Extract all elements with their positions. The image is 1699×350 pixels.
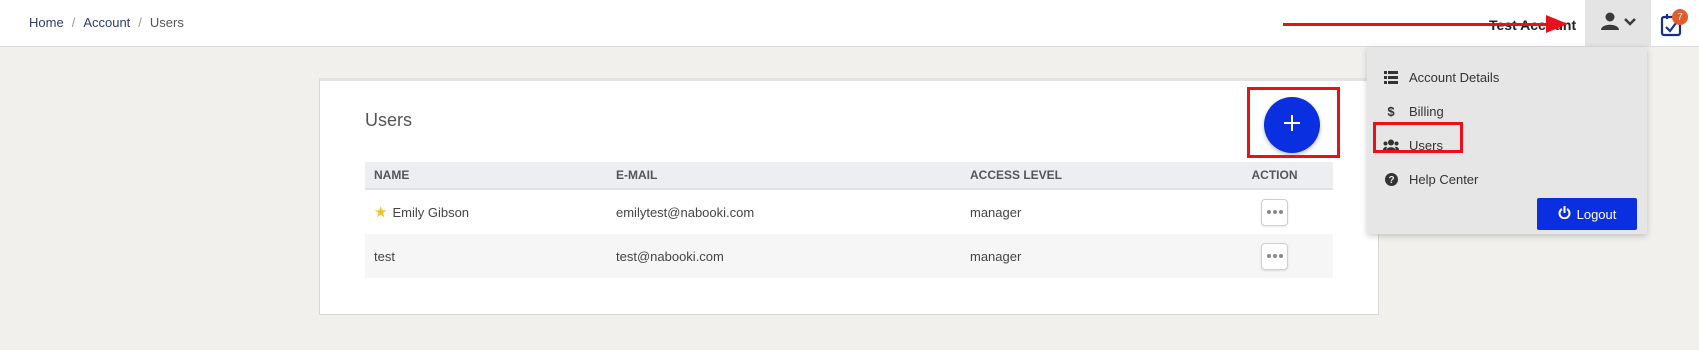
annotation-highlight-add-button (1247, 87, 1340, 158)
svg-text:?: ? (1388, 175, 1394, 186)
star-icon: ★ (374, 203, 388, 221)
table-row: test test@nabooki.com manager (365, 234, 1333, 278)
chevron-down-icon (1624, 14, 1636, 32)
column-header-access-level: ACCESS LEVEL (970, 168, 1063, 182)
users-table: NAME E-MAIL ACCESS LEVEL ACTION ★ Emily … (365, 162, 1333, 278)
user-name: Emily Gibson (392, 204, 470, 220)
cell-name: ★ Emily Gibson (365, 205, 616, 220)
cell-action (1216, 242, 1333, 270)
row-actions-button[interactable] (1261, 242, 1288, 270)
logout-button[interactable]: Logout (1537, 198, 1637, 230)
menu-item-label: Help Center (1409, 171, 1479, 187)
cell-access-level: manager (970, 204, 1022, 220)
list-icon (1383, 69, 1399, 85)
breadcrumb: Home / Account / Users (29, 15, 184, 30)
more-dots-icon (1266, 254, 1283, 258)
cell-email: test@nabooki.com (616, 248, 724, 264)
column-header-name: NAME (374, 168, 410, 182)
column-header-email: E-MAIL (616, 168, 658, 182)
users-card: Users NAME E-MAIL ACCESS LEVEL ACTION ★ … (319, 78, 1379, 315)
user-icon (1600, 11, 1620, 36)
cell-name: test (365, 249, 616, 264)
menu-item-label: Billing (1409, 103, 1444, 119)
column-header-action: ACTION (1251, 168, 1298, 182)
table-header: NAME E-MAIL ACCESS LEVEL ACTION (365, 162, 1333, 190)
annotation-arrow-head (1546, 15, 1568, 33)
logout-label: Logout (1576, 206, 1617, 222)
page-title: Users (365, 110, 413, 130)
table-row: ★ Emily Gibson emilytest@nabooki.com man… (365, 190, 1333, 234)
cell-email: emilytest@nabooki.com (616, 204, 755, 220)
cell-action (1216, 198, 1333, 226)
annotation-highlight-users (1373, 122, 1463, 153)
user-menu-button[interactable] (1585, 0, 1651, 46)
menu-item-label: Account Details (1409, 69, 1500, 85)
menu-item-help-center[interactable]: ? Help Center (1383, 169, 1478, 189)
menu-item-billing[interactable]: $ Billing (1383, 101, 1444, 121)
breadcrumb-separator: / (71, 15, 76, 30)
cell-access-level: manager (970, 248, 1022, 264)
question-circle-icon: ? (1383, 171, 1399, 187)
breadcrumb-home[interactable]: Home (29, 15, 64, 30)
breadcrumb-users: Users (149, 15, 184, 30)
notification-badge: 7 (1672, 9, 1688, 25)
menu-item-account-details[interactable]: Account Details (1383, 67, 1499, 87)
dollar-icon: $ (1387, 103, 1395, 119)
power-icon (1558, 206, 1571, 222)
annotation-arrow-line (1283, 23, 1548, 26)
row-actions-button[interactable] (1261, 198, 1288, 226)
user-name: test (374, 248, 395, 264)
breadcrumb-separator: / (138, 15, 142, 30)
breadcrumb-account[interactable]: Account (83, 15, 130, 30)
more-dots-icon (1266, 210, 1283, 214)
